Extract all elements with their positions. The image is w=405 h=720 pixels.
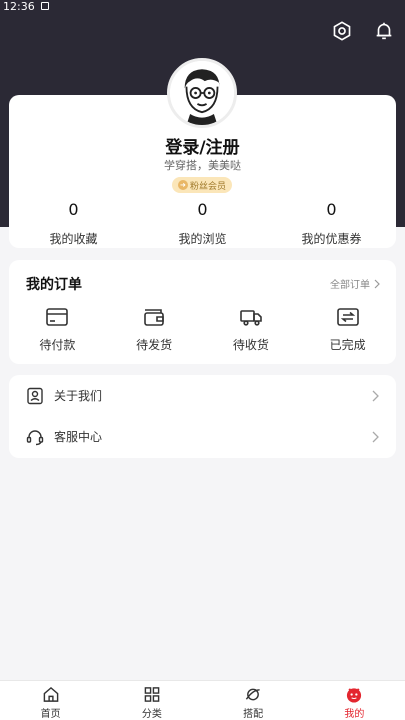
member-badge[interactable]: ➜ 粉丝会员: [172, 177, 232, 193]
order-item-label: 已完成: [329, 338, 366, 352]
wallet-icon: [144, 309, 164, 326]
tab-home[interactable]: 首页: [0, 681, 101, 720]
stat-label: 我的收藏: [49, 232, 98, 246]
badge-arrow-icon: ➜: [177, 180, 188, 190]
menu-item-label: 客服中心: [54, 430, 103, 444]
home-icon: [43, 686, 58, 702]
stat-history[interactable]: 0 我的浏览: [138, 200, 267, 247]
settings-icon[interactable]: [331, 20, 353, 42]
chevron-right-icon: [372, 390, 379, 401]
all-orders-link[interactable]: 全部订单: [330, 276, 380, 291]
card-icon: [46, 308, 69, 326]
header-actions: [331, 20, 395, 42]
profile-face-icon: [347, 688, 362, 703]
tab-label: 首页: [40, 709, 61, 720]
login-register-link[interactable]: 登录/注册: [0, 133, 405, 158]
status-time: 12:36: [3, 0, 35, 13]
grid-icon: [144, 687, 160, 702]
truck-icon: [240, 310, 262, 326]
chevron-right-icon: [372, 431, 379, 442]
bottom-tab-bar: 首页 分类 搭配 我的: [0, 680, 405, 720]
order-pending-receipt[interactable]: 待收货: [203, 306, 300, 353]
order-item-label: 待付款: [39, 338, 76, 352]
stat-value: 0: [197, 200, 208, 219]
stats-row: 0 我的收藏 0 我的浏览 0 我的优惠券: [9, 200, 396, 247]
order-item-label: 待发货: [136, 338, 173, 352]
tab-label: 分类: [141, 709, 162, 720]
menu-item-customer-service[interactable]: 客服中心: [9, 416, 396, 457]
orders-title: 我的订单: [26, 277, 82, 293]
tab-label: 我的: [344, 709, 365, 720]
all-orders-label: 全部订单: [330, 280, 370, 291]
orders-card: 我的订单 全部订单 待付款 待发货 待收货 已完成: [9, 260, 396, 364]
headset-icon: [26, 429, 44, 445]
planet-icon: [245, 688, 260, 701]
order-item-label: 待收货: [232, 338, 269, 352]
profile-tagline: 学穿搭，美美哒: [164, 159, 241, 172]
order-pending-payment[interactable]: 待付款: [9, 306, 106, 353]
tab-category[interactable]: 分类: [101, 681, 202, 720]
menu-item-about[interactable]: 关于我们: [9, 375, 396, 416]
member-badge-label: 粉丝会员: [189, 181, 226, 192]
chevron-right-icon: [374, 279, 380, 288]
avatar-cartoon-icon: [170, 61, 234, 125]
status-bar: 12:36: [0, 0, 405, 14]
bell-icon[interactable]: [373, 20, 395, 42]
order-pending-shipment[interactable]: 待发货: [106, 306, 203, 353]
exchange-icon: [336, 308, 359, 326]
avatar[interactable]: [167, 58, 237, 128]
menu-item-label: 关于我们: [54, 389, 103, 403]
menu-card: 关于我们 客服中心: [9, 375, 396, 458]
about-icon: [27, 387, 43, 404]
stat-label: 我的优惠券: [301, 232, 362, 246]
notification-indicator-icon: [40, 2, 49, 10]
stat-coupons[interactable]: 0 我的优惠券: [267, 200, 396, 247]
stat-label: 我的浏览: [178, 232, 227, 246]
order-completed[interactable]: 已完成: [299, 306, 396, 353]
tab-mine[interactable]: 我的: [304, 681, 405, 720]
order-status-row: 待付款 待发货 待收货 已完成: [9, 306, 396, 353]
tab-label: 搭配: [243, 709, 264, 720]
stat-value: 0: [326, 200, 337, 219]
stat-favorites[interactable]: 0 我的收藏: [9, 200, 138, 247]
stat-value: 0: [68, 200, 79, 219]
tab-outfits[interactable]: 搭配: [203, 681, 304, 720]
